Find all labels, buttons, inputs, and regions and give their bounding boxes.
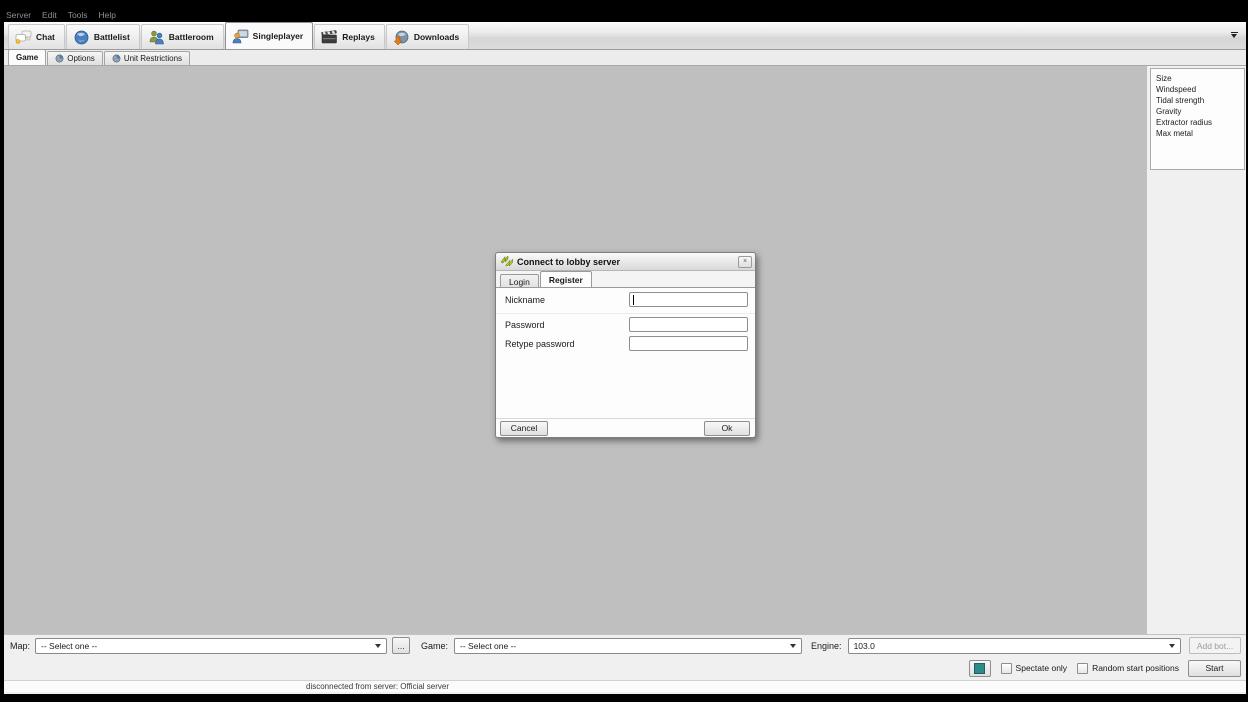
retype-password-label: Retype password (505, 339, 575, 349)
connect-dialog-titlebar[interactable]: Connect to lobby server × (496, 253, 755, 271)
connect-dialog: Connect to lobby server × Login Register… (495, 252, 756, 438)
user-monitor-icon (232, 29, 249, 44)
form-separator (496, 313, 755, 314)
map-browse-label: ... (397, 641, 404, 651)
ok-button-label: Ok (722, 423, 733, 433)
tab-singleplayer-label: Singleplayer (253, 31, 304, 41)
password-field[interactable] (629, 317, 748, 332)
connect-icon (501, 253, 513, 271)
team-color-swatch (974, 663, 985, 674)
globe-icon (73, 30, 90, 45)
tab-replays-label: Replays (342, 32, 375, 42)
overflow-bar-icon (1231, 32, 1238, 33)
status-bar: disconnected from server: Official serve… (4, 680, 1246, 692)
tab-battleroom-label: Battleroom (169, 32, 214, 42)
tab-unit-restrictions-label: Unit Restrictions (124, 54, 182, 63)
tab-singleplayer[interactable]: Singleplayer (225, 22, 314, 49)
add-bot-label: Add bot... (1197, 641, 1233, 651)
options-icon (55, 54, 64, 63)
menu-help[interactable]: Help (99, 10, 116, 20)
map-label: Map: (10, 641, 30, 651)
tab-chat[interactable]: Chat (8, 24, 65, 49)
close-button[interactable]: × (738, 256, 752, 268)
tab-battlelist-label: Battlelist (94, 32, 130, 42)
map-option-windspeed: Windspeed (1156, 84, 1244, 95)
tab-login[interactable]: Login (500, 274, 539, 288)
unit-restrictions-icon (112, 54, 121, 63)
cancel-button-label: Cancel (511, 423, 537, 433)
tab-options[interactable]: Options (47, 51, 103, 65)
menu-edit[interactable]: Edit (42, 10, 57, 20)
start-options-bar: Spectate only Random start positions Sta… (4, 656, 1246, 680)
tab-chat-label: Chat (36, 32, 55, 42)
random-start-positions-checkbox[interactable] (1077, 663, 1088, 674)
tab-replays[interactable]: Replays (314, 24, 385, 49)
map-game-engine-bar: Map: -- Select one -- ... Game: -- Selec… (4, 634, 1246, 656)
game-select-value: -- Select one -- (460, 641, 516, 651)
menu-server[interactable]: Server (6, 10, 31, 20)
map-option-tidal: Tidal strength (1156, 95, 1244, 106)
connect-dialog-tabs: Login Register (496, 271, 755, 288)
game-label: Game: (421, 641, 448, 651)
start-button[interactable]: Start (1188, 660, 1241, 677)
status-text: disconnected from server: Official serve… (306, 682, 449, 691)
map-options-list: Size Windspeed Tidal strength Gravity Ex… (1150, 68, 1245, 170)
engine-label: Engine: (811, 641, 842, 651)
tab-game-label: Game (16, 53, 38, 62)
engine-select-value: 103.0 (854, 641, 875, 651)
map-browse-button[interactable]: ... (392, 637, 410, 654)
chevron-down-icon (790, 644, 796, 648)
app-window: Chat Battlelist (4, 22, 1246, 694)
map-option-gravity: Gravity (1156, 106, 1244, 117)
sub-tab-bar: Game Options Unit Restri (4, 50, 1246, 66)
random-start-positions-label: Random start positions (1092, 663, 1179, 673)
chevron-down-icon (1231, 34, 1237, 38)
chat-icon (15, 30, 32, 45)
tab-register[interactable]: Register (540, 271, 592, 288)
nickname-label: Nickname (505, 295, 545, 305)
tab-options-label: Options (67, 54, 95, 63)
team-color-button[interactable] (969, 660, 991, 677)
tab-battleroom[interactable]: Battleroom (141, 24, 224, 49)
tab-downloads[interactable]: Downloads (386, 24, 469, 49)
spectate-only-checkbox[interactable] (1001, 663, 1012, 674)
retype-password-field[interactable] (629, 336, 748, 351)
main-toolbar: Chat Battlelist (4, 22, 1246, 50)
tab-login-label: Login (509, 277, 530, 287)
game-select[interactable]: -- Select one -- (454, 638, 802, 654)
spectate-only-label: Spectate only (1016, 663, 1068, 673)
menu-tools[interactable]: Tools (68, 10, 88, 20)
engine-select[interactable]: 103.0 (848, 638, 1181, 654)
text-caret (633, 295, 634, 305)
ok-button[interactable]: Ok (704, 421, 750, 436)
map-option-maxmetal: Max metal (1156, 128, 1244, 139)
cancel-button[interactable]: Cancel (500, 421, 548, 436)
toolbar-overflow-button[interactable] (1231, 32, 1239, 40)
tab-register-label: Register (549, 275, 583, 285)
two-users-icon (148, 30, 165, 45)
tab-unit-restrictions[interactable]: Unit Restrictions (104, 51, 190, 65)
map-option-extractor: Extractor radius (1156, 117, 1244, 128)
chevron-down-icon (1169, 644, 1175, 648)
menu-bar: Server Edit Tools Help (4, 7, 116, 22)
add-bot-button[interactable]: Add bot... (1189, 637, 1241, 654)
start-button-label: Start (1206, 663, 1224, 673)
globe-download-icon (393, 30, 410, 45)
nickname-field[interactable] (629, 292, 748, 307)
tab-game[interactable]: Game (8, 49, 46, 65)
map-option-size: Size (1156, 73, 1244, 84)
screen: Server Edit Tools Help Chat (0, 0, 1248, 702)
tab-battlelist[interactable]: Battlelist (66, 24, 140, 49)
register-form: Nickname Password Retype password (496, 287, 755, 418)
chevron-down-icon (375, 644, 381, 648)
dialog-footer: Cancel Ok (496, 418, 755, 437)
map-select[interactable]: -- Select one -- (35, 638, 387, 654)
map-options-sidebar: Size Windspeed Tidal strength Gravity Ex… (1147, 66, 1246, 634)
close-icon: × (743, 258, 747, 265)
tab-downloads-label: Downloads (414, 32, 459, 42)
connect-dialog-title: Connect to lobby server (517, 257, 738, 267)
clapperboard-icon (321, 30, 338, 45)
map-select-value: -- Select one -- (41, 641, 97, 651)
password-label: Password (505, 320, 545, 330)
